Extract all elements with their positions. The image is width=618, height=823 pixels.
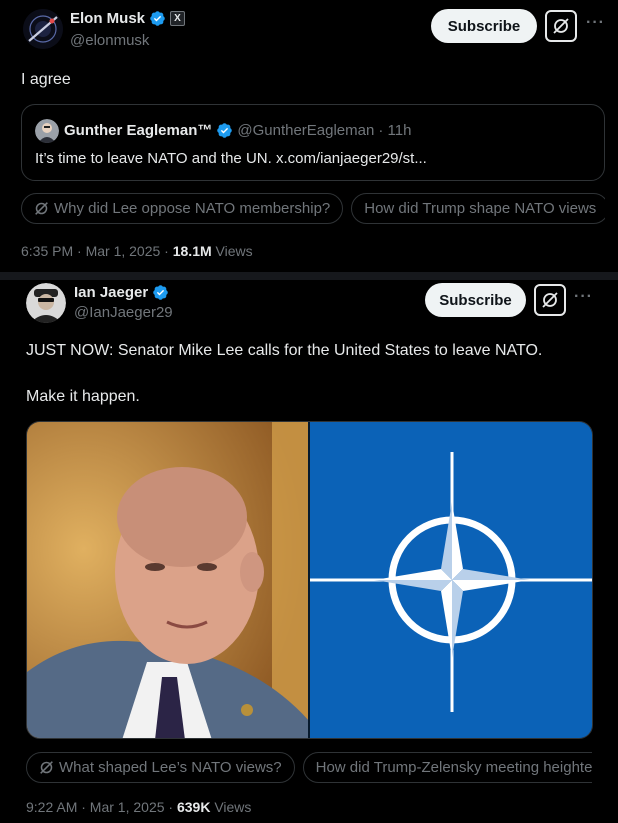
views-label: Views	[210, 799, 252, 815]
quote-author-row: Gunther Eagleman™ @GuntherEagleman · 11h	[64, 122, 411, 139]
tweet-divider	[0, 272, 618, 280]
grok-suggestion-pill[interactable]: How did Trump-Zelensky meeting heighten …	[302, 752, 592, 783]
quote-author-name: Gunther Eagleman™	[64, 122, 213, 139]
author-handle[interactable]: @elonmusk	[70, 32, 149, 49]
author-row: Elon Musk X	[70, 10, 186, 27]
more-icon[interactable]: ···	[586, 14, 605, 32]
grok-button[interactable]	[534, 284, 566, 316]
tweet-ian-jaeger: Ian Jaeger @IanJaeger29 Subscribe ··· JU…	[0, 280, 618, 823]
grok-icon	[553, 18, 569, 34]
avatar[interactable]	[23, 9, 63, 49]
views-count: 18.1M	[172, 243, 212, 259]
subscribe-button[interactable]: Subscribe	[425, 283, 526, 317]
author-name[interactable]: Elon Musk	[70, 10, 145, 27]
grok-icon	[35, 202, 48, 215]
quote-avatar	[35, 119, 59, 143]
grok-suggestion-pill[interactable]: Why did Lee oppose NATO membership?	[21, 193, 344, 224]
tweet-text-line2: Make it happen.	[26, 388, 140, 405]
pill-label: How did Trump shape NATO views	[364, 200, 597, 217]
views-label: Views	[211, 243, 253, 259]
quote-text: It’s time to leave NATO and the UN. x.co…	[35, 150, 427, 167]
quote-time: · 11h	[378, 122, 412, 139]
senator-photo	[27, 422, 308, 738]
grok-icon	[542, 292, 558, 308]
x-affiliate-icon: X	[170, 11, 186, 26]
author-handle[interactable]: @IanJaeger29	[74, 304, 173, 321]
verified-badge-icon	[217, 123, 233, 138]
grok-button[interactable]	[545, 10, 577, 42]
tweet-text-line1: JUST NOW: Senator Mike Lee calls for the…	[26, 342, 543, 359]
quote-avatar-icon	[35, 119, 59, 143]
tweet-media-image[interactable]	[26, 421, 593, 739]
portrait-image-icon	[27, 422, 308, 738]
timestamp[interactable]: 9:22 AM · Mar 1, 2025 ·	[26, 799, 177, 815]
pill-label: How did Trump-Zelensky meeting heighten …	[315, 759, 592, 776]
grok-suggestions: Why did Lee oppose NATO membership? How …	[21, 193, 605, 224]
avatar-image-icon	[23, 9, 63, 49]
views-count: 639K	[176, 799, 211, 815]
tweet-meta: 9:22 AM · Mar 1, 2025 · 639K Views	[26, 799, 251, 815]
quote-tweet-elon: Elon Musk X @elonmusk Subscribe ··· I ag…	[0, 0, 618, 272]
grok-suggestion-pill[interactable]: What shaped Lee’s NATO views?	[26, 752, 295, 783]
quoted-tweet[interactable]: Gunther Eagleman™ @GuntherEagleman · 11h…	[21, 104, 605, 181]
avatar[interactable]	[26, 283, 66, 323]
quote-author-handle: @GuntherEagleman	[237, 122, 375, 139]
verified-badge-icon	[150, 11, 165, 26]
author-row: Ian Jaeger	[74, 284, 169, 301]
tweet-text: I agree	[21, 71, 71, 88]
more-icon[interactable]: ···	[574, 288, 593, 306]
grok-icon	[40, 761, 53, 774]
verified-badge-icon	[153, 285, 168, 300]
nato-flag	[308, 422, 592, 738]
subscribe-button[interactable]: Subscribe	[431, 9, 537, 43]
pill-label: Why did Lee oppose NATO membership?	[54, 200, 331, 217]
grok-suggestion-pill[interactable]: How did Trump shape NATO views	[351, 193, 605, 224]
pill-label: What shaped Lee’s NATO views?	[59, 759, 282, 776]
avatar-image-icon	[26, 283, 66, 323]
timestamp[interactable]: 6:35 PM · Mar 1, 2025 ·	[21, 243, 173, 259]
nato-emblem-icon	[310, 422, 592, 738]
tweet-meta: 6:35 PM · Mar 1, 2025 · 18.1M Views	[21, 243, 253, 259]
author-name[interactable]: Ian Jaeger	[74, 284, 148, 301]
grok-suggestions: What shaped Lee’s NATO views? How did Tr…	[26, 752, 592, 783]
